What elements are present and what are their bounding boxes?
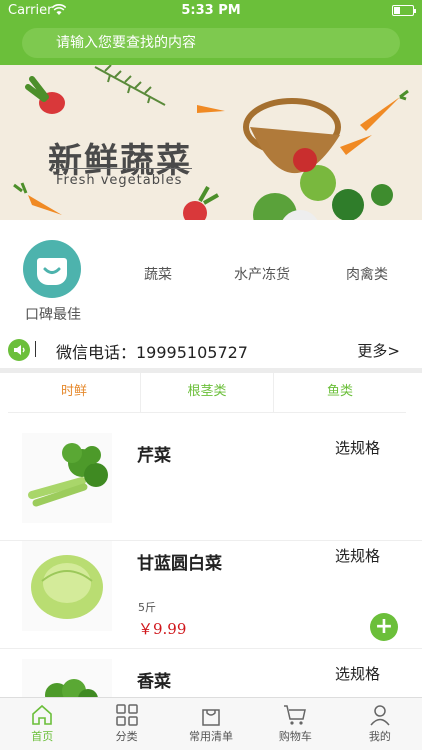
tabbar-profile-label: 我的	[368, 730, 391, 743]
bottom-tab-bar: 首页 分类 常用清单 购物车 我的	[0, 697, 422, 750]
status-bar: Carrier 5:33 PM	[0, 0, 422, 22]
speaker-icon	[8, 339, 30, 361]
carrot-icon	[197, 105, 225, 113]
banner-divider	[52, 168, 192, 169]
product-item-cabbage[interactable]: 甘蓝圆白菜 选规格 5斤 ￥9.99 +	[0, 531, 422, 649]
coriander-image	[22, 659, 112, 697]
wechat-phone: 微信电话：19995105727	[56, 343, 248, 362]
tabbar-list-label: 常用清单	[189, 730, 234, 743]
category-row: 口碑最佳 蔬菜 水产冻货 肉禽类	[0, 220, 422, 330]
select-spec-button[interactable]: 选规格	[335, 545, 380, 566]
tabbar-cart[interactable]: 购物车	[253, 698, 337, 750]
promo-banner[interactable]: 新鲜蔬菜 Fresh vegetables	[0, 65, 422, 220]
tabbar-home[interactable]: 首页	[0, 698, 84, 750]
category-best-rated[interactable]: 口碑最佳	[25, 304, 81, 324]
top-header: Carrier 5:33 PM 请输入您要查找的内容	[0, 0, 422, 65]
product-item-coriander[interactable]: 香菜 选规格	[0, 649, 422, 697]
tab-fish[interactable]: 鱼类	[274, 373, 406, 412]
clock: 5:33 PM	[181, 3, 241, 18]
product-price: ￥9.99	[138, 620, 187, 638]
tabbar-list[interactable]: 常用清单	[169, 698, 253, 750]
search-input[interactable]: 请输入您要查找的内容	[22, 28, 400, 58]
product-unit: 5斤	[138, 601, 156, 614]
select-spec-button[interactable]: 选规格	[335, 663, 380, 684]
category-meat-poultry[interactable]: 肉禽类	[346, 264, 388, 284]
select-spec-button[interactable]: 选规格	[335, 437, 380, 458]
banner-subtitle: Fresh vegetables	[56, 173, 183, 188]
cabbage-image	[22, 541, 112, 631]
home-icon	[32, 704, 53, 725]
tabbar-category-label: 分类	[115, 730, 138, 743]
product-name: 芹菜	[137, 446, 171, 466]
add-to-cart-icon[interactable]: +	[370, 613, 398, 641]
user-icon	[370, 705, 390, 726]
tab-root-vegetables[interactable]: 根茎类	[141, 373, 274, 412]
product-name: 甘蓝圆白菜	[137, 554, 222, 574]
battery-icon	[392, 5, 416, 16]
more-link[interactable]: 更多>	[357, 340, 400, 361]
notice-bar: 微信电话：19995105727 更多>	[0, 330, 422, 368]
grid-icon	[115, 704, 138, 726]
cart-icon	[284, 705, 307, 725]
tabbar-category[interactable]: 分类	[84, 698, 168, 750]
notice-separator	[35, 341, 36, 357]
tab-seasonal[interactable]: 时鲜	[8, 373, 141, 412]
tabbar-cart-label: 购物车	[278, 730, 312, 743]
smile-icon[interactable]	[23, 240, 81, 298]
shopping-bag-icon	[202, 709, 220, 726]
category-vegetables[interactable]: 蔬菜	[144, 264, 172, 284]
celery-image	[22, 433, 112, 523]
product-name: 香菜	[137, 672, 171, 692]
tabbar-profile[interactable]: 我的	[338, 698, 422, 750]
tabbar-home-label: 首页	[31, 730, 54, 743]
product-tabs: 时鲜 根茎类 鱼类	[8, 373, 406, 413]
product-item-celery[interactable]: 芹菜 选规格	[0, 423, 422, 541]
category-seafood-frozen[interactable]: 水产冻货	[234, 264, 290, 284]
